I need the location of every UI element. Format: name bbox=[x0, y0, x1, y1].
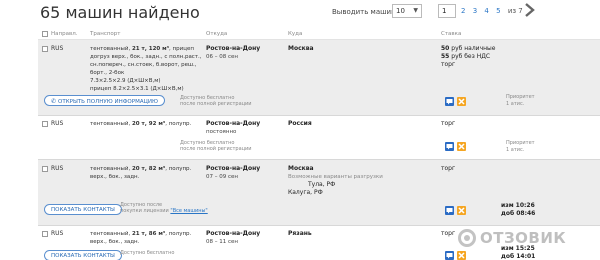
message-icon[interactable] bbox=[445, 251, 454, 260]
country-code: RUS bbox=[51, 45, 64, 52]
page-number-input[interactable]: 1 bbox=[438, 4, 456, 18]
origin: Ростов-на-Дону постоянно bbox=[206, 120, 260, 136]
destination: Москва Возможные варианты разгрузки Тула… bbox=[288, 165, 383, 197]
destination: Россия bbox=[288, 120, 312, 128]
added-time: доб 14:01 bbox=[501, 253, 536, 260]
vehicle-description: тентованный, 21 т, 120 м³, прицеп догруз… bbox=[90, 46, 202, 92]
country-code: RUS bbox=[51, 120, 64, 127]
origin-date: 08 – 11 сен bbox=[206, 239, 238, 245]
vehicle-capacity: 20 т, 92 м³ bbox=[131, 121, 166, 127]
message-icon[interactable] bbox=[445, 142, 454, 151]
table-row: RUS тентованный, 20 т, 92 м³, полупр. Ро… bbox=[38, 116, 600, 160]
vehicle-description: тентованный, 20 т, 82 м³, полупр. верх.,… bbox=[90, 166, 192, 180]
modified-time: изм 10:26 bbox=[501, 202, 535, 209]
rate: 50 руб наличные 55 руб без НДС торг bbox=[441, 45, 496, 68]
next-page-icon[interactable] bbox=[523, 2, 537, 18]
license-link[interactable]: "Все машины" bbox=[170, 208, 207, 214]
origin-date: постоянно bbox=[206, 129, 237, 135]
row-checkbox[interactable] bbox=[42, 231, 48, 237]
origin-date: 07 – 09 сен bbox=[206, 174, 238, 180]
origin-city: Ростов-на-Дону bbox=[206, 120, 261, 127]
availability-note: Доступно бесплатно bbox=[120, 250, 175, 256]
results-header: 65 машин найдено Выводить машин 10 ▼ 1 2… bbox=[0, 0, 600, 28]
rate: торг bbox=[441, 165, 456, 172]
priority-info: Приоритет 1 атис. bbox=[506, 94, 535, 107]
country-code: RUS bbox=[51, 165, 64, 172]
vehicle-capacity: 21 т, 86 м³ bbox=[131, 231, 166, 237]
vehicle-description: тентованный, 21 т, 86 м³, полупр. верх.,… bbox=[90, 231, 192, 245]
phone-icon: ✆ bbox=[51, 98, 57, 105]
show-contacts-button[interactable]: ПОКАЗАТЬ КОНТАКТЫ bbox=[44, 204, 122, 215]
destination: Москва bbox=[288, 45, 314, 53]
unload-option: Калуга, РФ bbox=[288, 189, 323, 196]
close-icon[interactable] bbox=[457, 97, 466, 106]
per-page-select[interactable]: 10 ▼ bbox=[392, 4, 422, 18]
page-link[interactable]: 3 bbox=[473, 7, 477, 15]
table-row: RUS тентованный, 20 т, 82 м³, полупр. ве… bbox=[38, 160, 600, 226]
chevron-down-icon: ▼ bbox=[413, 7, 418, 14]
col-to: Куда bbox=[288, 31, 303, 37]
origin-city: Ростов-на-Дону bbox=[206, 45, 261, 52]
col-rate: Ставка bbox=[441, 31, 462, 37]
update-times: изм 10:26 доб 08:46 bbox=[501, 202, 535, 218]
pagination: 2 3 4 5 из 7 bbox=[461, 7, 525, 15]
rate: торг bbox=[441, 230, 456, 237]
destination-city: Рязань bbox=[288, 230, 312, 237]
priority-info: Приоритет 1 атис. bbox=[506, 140, 535, 153]
page-link[interactable]: 4 bbox=[484, 7, 488, 15]
row-checkbox[interactable] bbox=[42, 121, 48, 127]
destination-city: Россия bbox=[288, 120, 312, 127]
row-checkbox[interactable] bbox=[42, 166, 48, 172]
close-icon[interactable] bbox=[457, 206, 466, 215]
origin-date: 06 – 08 сен bbox=[206, 54, 238, 60]
origin-city: Ростов-на-Дону bbox=[206, 165, 261, 172]
destination-city: Москва bbox=[288, 45, 314, 52]
added-time: доб 08:46 bbox=[501, 210, 536, 217]
availability-note: Доступно бесплатно после полной регистрац… bbox=[180, 140, 252, 152]
vehicle-description: тентованный, 20 т, 92 м³, полупр. bbox=[90, 121, 192, 127]
per-page-label: Выводить машин bbox=[332, 8, 396, 16]
watermark: ОТЗОВИК bbox=[458, 226, 600, 252]
row-checkbox[interactable] bbox=[42, 46, 48, 52]
close-icon[interactable] bbox=[457, 142, 466, 151]
page-link[interactable]: 5 bbox=[496, 7, 500, 15]
col-transport: Транспорт bbox=[90, 31, 121, 37]
close-icon[interactable] bbox=[457, 251, 466, 260]
destination-city: Москва bbox=[288, 165, 314, 172]
vehicle-capacity: 20 т, 82 м³ bbox=[131, 166, 166, 172]
message-icon[interactable] bbox=[445, 206, 454, 215]
rate: торг bbox=[441, 120, 456, 127]
vehicle-capacity: 21 т, 120 м³ bbox=[131, 46, 170, 52]
trailer-dims: прицеп 8.2×2.5×3.1 (Д×Ш×В,м) bbox=[90, 86, 184, 92]
col-route: Направл. bbox=[51, 31, 78, 37]
unload-option: Тула, РФ bbox=[308, 181, 336, 188]
origin: Ростов-на-Дону 06 – 08 сен bbox=[206, 45, 260, 61]
per-page-value: 10 bbox=[396, 7, 405, 15]
column-headers: Направл. Транспорт Откуда Куда Ставка bbox=[38, 28, 600, 40]
watermark-text: ОТЗОВИК bbox=[480, 229, 567, 247]
col-from: Откуда bbox=[206, 31, 228, 37]
availability-note: Доступно после покупки лицензии "Все маши… bbox=[120, 202, 208, 214]
open-full-info-button[interactable]: ✆ ОТКРЫТЬ ПОЛНУЮ ИНФОРМАЦИЮ bbox=[44, 95, 165, 106]
origin: Ростов-на-Дону 08 – 11 сен bbox=[206, 230, 260, 246]
origin: Ростов-на-Дону 07 – 09 сен bbox=[206, 165, 260, 181]
unload-options-label: Возможные варианты разгрузки bbox=[288, 174, 383, 180]
vehicle-dims: 7.3×2.5×2.9 (Д×Ш×В,м) bbox=[90, 78, 161, 84]
country-code: RUS bbox=[51, 230, 64, 237]
page-link[interactable]: 2 bbox=[461, 7, 465, 15]
page-total: из 7 bbox=[507, 7, 523, 15]
results-count-title: 65 машин найдено bbox=[40, 3, 200, 22]
origin-city: Ростов-на-Дону bbox=[206, 230, 261, 237]
availability-note: Доступно бесплатно после полной регистрац… bbox=[180, 95, 252, 107]
watermark-logo-icon bbox=[458, 229, 476, 247]
select-all-checkbox[interactable] bbox=[42, 31, 48, 38]
show-contacts-button[interactable]: ПОКАЗАТЬ КОНТАКТЫ bbox=[44, 250, 122, 260]
table-row: RUS тентованный, 21 т, 120 м³, прицеп до… bbox=[38, 40, 600, 116]
destination: Рязань bbox=[288, 230, 312, 238]
message-icon[interactable] bbox=[445, 97, 454, 106]
